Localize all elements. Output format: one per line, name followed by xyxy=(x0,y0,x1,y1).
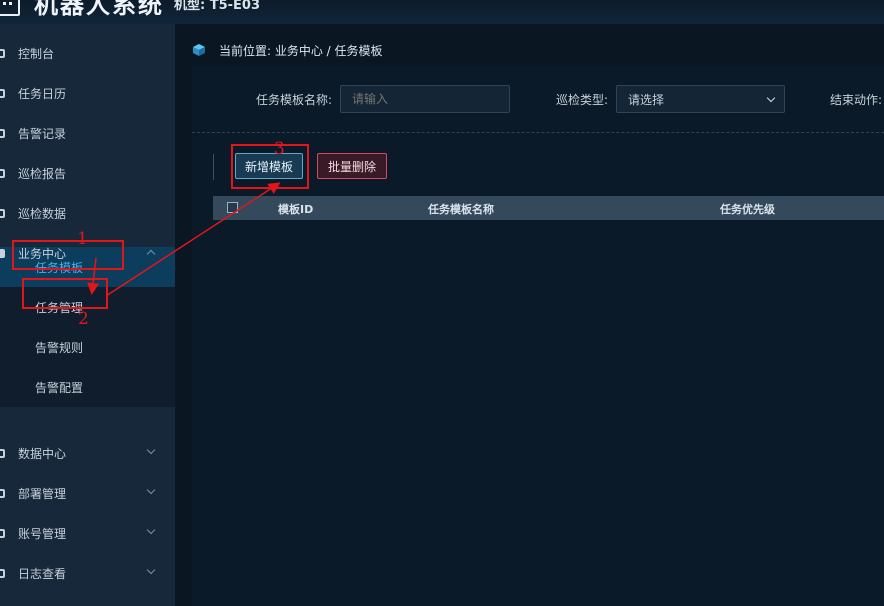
submenu-item-alarm-rules[interactable]: 告警规则 xyxy=(0,327,175,367)
inspection-type-label: 巡检类型: xyxy=(556,93,609,107)
sidebar-item-inspection-data[interactable]: 巡检数据 xyxy=(0,193,175,233)
log-icon xyxy=(0,568,5,578)
toolbar-divider xyxy=(213,154,214,180)
breadcrumb: 当前位置: 业务中心 / 任务模板 xyxy=(219,44,383,58)
sidebar-item-deployment[interactable]: 部署管理 xyxy=(0,473,175,513)
select-value: 请选择 xyxy=(628,92,665,107)
annotation-box-3 xyxy=(231,144,309,189)
select-all-checkbox[interactable] xyxy=(227,202,238,213)
chevron-down-icon xyxy=(146,445,156,455)
sidebar-item-label: 数据中心 xyxy=(18,446,67,461)
submenu-label: 告警配置 xyxy=(35,380,84,395)
submenu-label: 告警规则 xyxy=(35,340,84,355)
annotation-number-1: 1 xyxy=(77,229,88,249)
sidebar-item-accounts[interactable]: 账号管理 xyxy=(0,513,175,553)
app-root: 机器人系统 机型: T5-E03 任务模板 任务管理 告警规则 告警配置 控制台… xyxy=(0,0,884,606)
table-header: 模板ID 任务模板名称 任务优先级 xyxy=(213,196,884,220)
deploy-icon xyxy=(0,488,5,498)
chevron-down-icon xyxy=(766,93,776,103)
cube-icon xyxy=(193,44,205,56)
sidebar-item-label: 任务日历 xyxy=(18,86,67,101)
sidebar-item-label: 部署管理 xyxy=(18,486,67,501)
business-icon xyxy=(0,248,5,258)
column-header-priority: 任务优先级 xyxy=(720,203,775,216)
sidebar-item-task-calendar[interactable]: 任务日历 xyxy=(0,73,175,113)
console-icon xyxy=(0,48,5,58)
annotation-number-2: 2 xyxy=(78,309,89,329)
database-icon xyxy=(0,448,5,458)
calendar-icon xyxy=(0,88,5,98)
sidebar-item-label: 巡检报告 xyxy=(18,166,67,181)
template-name-input[interactable] xyxy=(340,85,510,113)
sidebar-item-label: 控制台 xyxy=(18,46,55,61)
alarm-icon xyxy=(0,128,5,138)
chevron-up-icon xyxy=(146,249,156,259)
end-action-label: 结束动作: xyxy=(830,93,883,107)
sidebar-item-label: 巡检数据 xyxy=(18,206,67,221)
report-icon xyxy=(0,168,5,178)
sidebar-item-logs[interactable]: 日志查看 xyxy=(0,553,175,593)
sidebar-item-console[interactable]: 控制台 xyxy=(0,33,175,73)
top-header: 机器人系统 机型: T5-E03 xyxy=(0,0,884,24)
inspection-type-select[interactable]: 请选择 xyxy=(616,85,785,113)
sidebar-item-data-center[interactable]: 数据中心 xyxy=(0,433,175,473)
sidebar-item-label: 账号管理 xyxy=(18,526,67,541)
chevron-down-icon xyxy=(146,485,156,495)
column-header-template-id: 模板ID xyxy=(278,203,314,216)
model-label: 机型: T5-E03 xyxy=(174,0,261,13)
divider xyxy=(192,132,884,133)
sidebar-item-inspection-report[interactable]: 巡检报告 xyxy=(0,153,175,193)
chevron-down-icon xyxy=(146,565,156,575)
sidebar-item-label: 日志查看 xyxy=(18,566,67,581)
annotation-box-1 xyxy=(12,240,124,270)
submenu-item-alarm-config[interactable]: 告警配置 xyxy=(0,367,175,407)
template-name-label: 任务模板名称: xyxy=(256,93,333,107)
robot-logo-icon xyxy=(0,0,20,16)
system-title: 机器人系统 xyxy=(34,0,164,19)
chevron-down-icon xyxy=(146,525,156,535)
annotation-number-3: 3 xyxy=(274,139,285,159)
column-header-template-name: 任务模板名称 xyxy=(428,203,494,216)
account-icon xyxy=(0,528,5,538)
data-icon xyxy=(0,208,5,218)
batch-delete-button[interactable]: 批量删除 xyxy=(317,153,387,179)
sidebar-item-alarm-records[interactable]: 告警记录 xyxy=(0,113,175,153)
sidebar-item-label: 告警记录 xyxy=(18,126,67,141)
annotation-box-2 xyxy=(22,278,108,309)
